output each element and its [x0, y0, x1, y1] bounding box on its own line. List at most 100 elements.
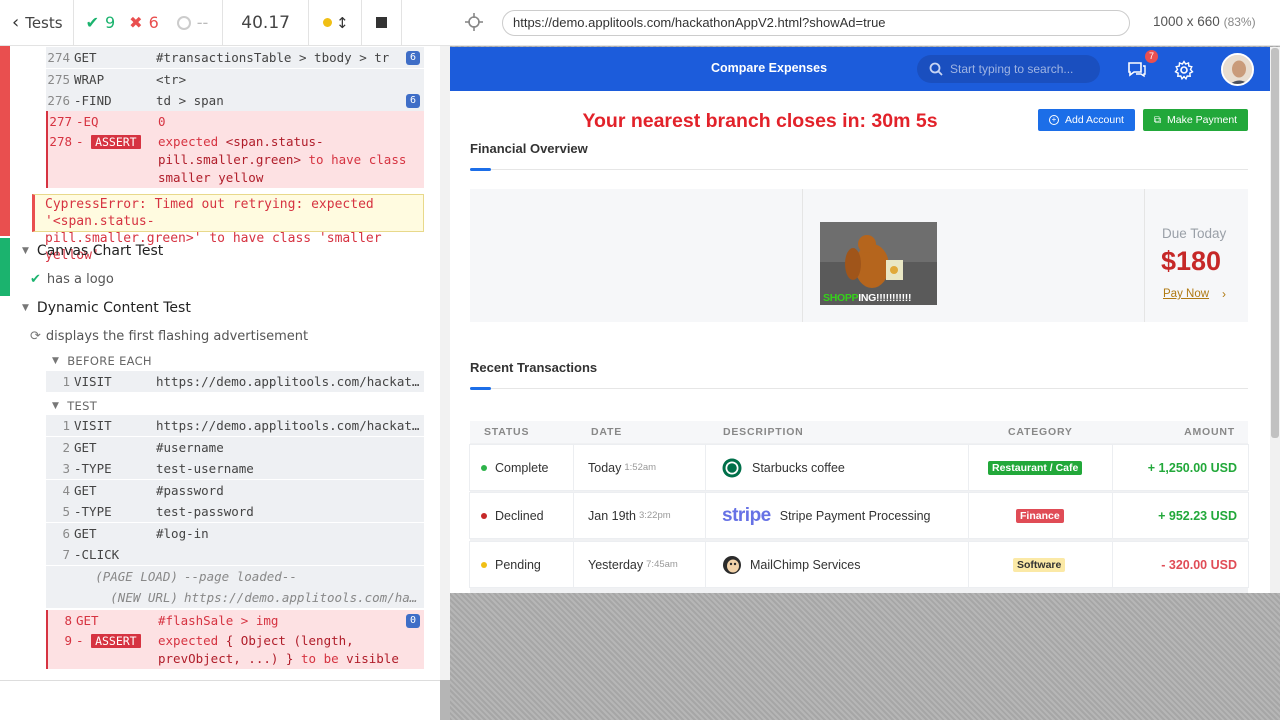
branch-closing-banner: Your nearest branch closes in: 30m 5s: [582, 110, 938, 132]
command-row[interactable]: 1 VISIT https://demo.applitools.com/hackat…: [46, 415, 424, 436]
passed-test-bar: [0, 238, 10, 296]
test-flashing-ad[interactable]: ⟳ displays the first flashing advertisem…: [30, 329, 308, 344]
amount: + 1,250.00 USD: [1147, 460, 1237, 475]
url-bar: https://demo.applitools.com/hackathonApp…: [450, 0, 1280, 46]
scroll-toggle-icon: ↕: [335, 13, 349, 32]
assert-row-failed[interactable]: 9- ASSERT expected { Object (length, prev…: [46, 631, 424, 669]
hook-before-each[interactable]: ▼ BEFORE EACH: [52, 354, 152, 368]
hook-test[interactable]: ▼ TEST: [52, 399, 97, 413]
triangle-down-icon: ▼: [52, 401, 60, 411]
suite-dynamic-content[interactable]: ▼ Dynamic Content Test: [22, 300, 191, 316]
reporter-footer: [0, 680, 440, 720]
triangle-down-icon: ▼: [52, 356, 60, 366]
plus-circle-icon: +: [1049, 115, 1060, 125]
reporter-scrollbar[interactable]: [440, 46, 450, 720]
column-status[interactable]: STATUS: [484, 426, 529, 438]
category-badge: Finance: [1016, 508, 1064, 523]
passed-value: 9: [104, 13, 116, 32]
starbucks-logo-icon: [722, 458, 742, 477]
running-indicator[interactable]: ↕: [309, 0, 361, 46]
application-frame: Compare Expenses Start typing to search.…: [450, 47, 1270, 593]
column-date[interactable]: DATE: [591, 426, 622, 438]
avatar[interactable]: [1221, 53, 1254, 86]
pay-now-link[interactable]: Pay Now: [1163, 288, 1209, 300]
x-icon: ✖: [129, 13, 143, 32]
gear-icon[interactable]: [1174, 60, 1194, 80]
reporter-panel: ‹ Tests ✔ 9 ✖ 6 -- 40.17 ↕ 274 GET #tran…: [0, 0, 450, 720]
command-row[interactable]: 5 -TYPE test-password: [46, 501, 424, 522]
add-account-button[interactable]: + Add Account: [1038, 109, 1135, 131]
cypress-error-message[interactable]: CypressError: Timed out retrying: expect…: [32, 194, 424, 263]
column-category[interactable]: CATEGORY: [1008, 426, 1073, 438]
reporter-header: ‹ Tests ✔ 9 ✖ 6 -- 40.17 ↕: [0, 0, 450, 46]
table-row[interactable]: Complete Today 1:52am Starbucks coffee Re…: [470, 445, 1248, 490]
command-row[interactable]: 4 GET #password: [46, 480, 424, 501]
chevron-left-icon: ‹: [12, 12, 20, 33]
triangle-down-icon: ▼: [22, 303, 29, 313]
app-title[interactable]: Compare Expenses: [711, 61, 827, 75]
tests-button[interactable]: ‹ Tests: [0, 0, 73, 46]
command-log: 274 GET #transactionsTable > tbody > tr …: [0, 46, 440, 680]
app-preview-panel: https://demo.applitools.com/hackathonApp…: [450, 0, 1280, 720]
search-input[interactable]: Start typing to search...: [917, 55, 1100, 83]
command-row[interactable]: 275 WRAP <tr>: [46, 69, 424, 90]
element-count-badge: 6: [406, 50, 420, 65]
command-row[interactable]: 7 -CLICK: [46, 544, 424, 565]
due-today-label: Due Today: [1162, 226, 1227, 241]
pending-value: --: [196, 13, 209, 32]
event-row-new-url[interactable]: (NEW URL) https://demo.applitools.com/hac…: [46, 587, 424, 608]
ad-caption: SHOPPING!!!!!!!!!!!: [823, 292, 912, 304]
failed-test-bar: [0, 46, 10, 236]
command-row[interactable]: 6 GET #log-in: [46, 523, 424, 544]
assert-row-failed[interactable]: 278- ASSERT expected <span.status- pill.s…: [46, 132, 424, 188]
category-badge: Software: [1013, 557, 1066, 572]
command-row[interactable]: 276 -FIND td > span 6: [46, 90, 424, 111]
column-amount[interactable]: AMOUNT: [1184, 426, 1235, 438]
command-row-failed[interactable]: 8 GET #flashSale > img 0: [46, 610, 424, 631]
failed-value: 6: [148, 13, 159, 32]
user-photo-icon: [1223, 55, 1252, 84]
passed-count: ✔ 9: [74, 0, 128, 46]
column-description[interactable]: DESCRIPTION: [723, 426, 804, 438]
recent-transactions-title: Recent Transactions: [470, 360, 598, 375]
element-count-badge: 0: [406, 613, 420, 628]
messages-icon[interactable]: [1127, 59, 1147, 79]
notification-badge: 7: [1145, 50, 1158, 63]
command-row[interactable]: 3 -TYPE test-username: [46, 458, 424, 479]
tests-label: Tests: [25, 13, 63, 32]
stripe-logo-icon: stripe: [722, 504, 771, 526]
selector-playground-icon[interactable]: [464, 12, 484, 32]
event-row-page-load[interactable]: (PAGE LOAD) --page loaded--: [46, 566, 424, 587]
refresh-icon: ⟳: [30, 329, 41, 344]
viewport-size: 1000 x 660 (83%): [1153, 14, 1256, 29]
command-row[interactable]: 1 VISIT https://demo.applitools.com/hack…: [46, 371, 424, 392]
pending-count: --: [171, 0, 221, 46]
command-row[interactable]: 2 GET #username: [46, 437, 424, 458]
command-row[interactable]: 274 GET #transactionsTable > tbody > tr …: [46, 47, 424, 68]
check-icon: ✔: [85, 13, 99, 32]
command-row-failed[interactable]: 277 -EQ 0: [46, 111, 424, 132]
failed-count: ✖ 6: [127, 0, 171, 46]
app-header: Compare Expenses Start typing to search.…: [450, 47, 1270, 91]
flash-sale-ad[interactable]: SHOPPING!!!!!!!!!!!: [820, 222, 937, 305]
app-scroll-thumb[interactable]: [1271, 48, 1279, 438]
make-payment-button[interactable]: ⧉ Make Payment: [1143, 109, 1248, 131]
triangle-down-icon: ▼: [22, 246, 29, 256]
table-row[interactable]: Declined Jan 19th 3:22pm stripe Stripe Pa…: [470, 493, 1248, 538]
stop-button[interactable]: [362, 0, 401, 46]
test-has-a-logo[interactable]: ✔ has a logo: [30, 272, 114, 287]
transactions-table-header: STATUS DATE DESCRIPTION CATEGORY AMOUNT: [470, 421, 1248, 443]
category-badge: Restaurant / Cafe: [988, 460, 1083, 475]
duration: 40.17: [241, 12, 290, 33]
suite-canvas-chart[interactable]: ▼ Canvas Chart Test: [22, 243, 163, 259]
financial-overview-card: SHOPPING!!!!!!!!!!! Due Today $180 Pay N…: [470, 189, 1248, 322]
reporter-scroll-thumb[interactable]: [440, 680, 450, 720]
table-row[interactable]: Pending Yesterday 7:45am MailChimp Servic…: [470, 542, 1248, 587]
url-field[interactable]: https://demo.applitools.com/hackathonApp…: [502, 10, 1130, 36]
amount: + 952.23 USD: [1158, 508, 1237, 523]
spinner-icon: [176, 15, 191, 30]
element-count-badge: 6: [406, 93, 420, 108]
search-icon: [929, 62, 943, 76]
transfer-icon: ⧉: [1153, 114, 1162, 126]
status-dot: [481, 512, 487, 519]
